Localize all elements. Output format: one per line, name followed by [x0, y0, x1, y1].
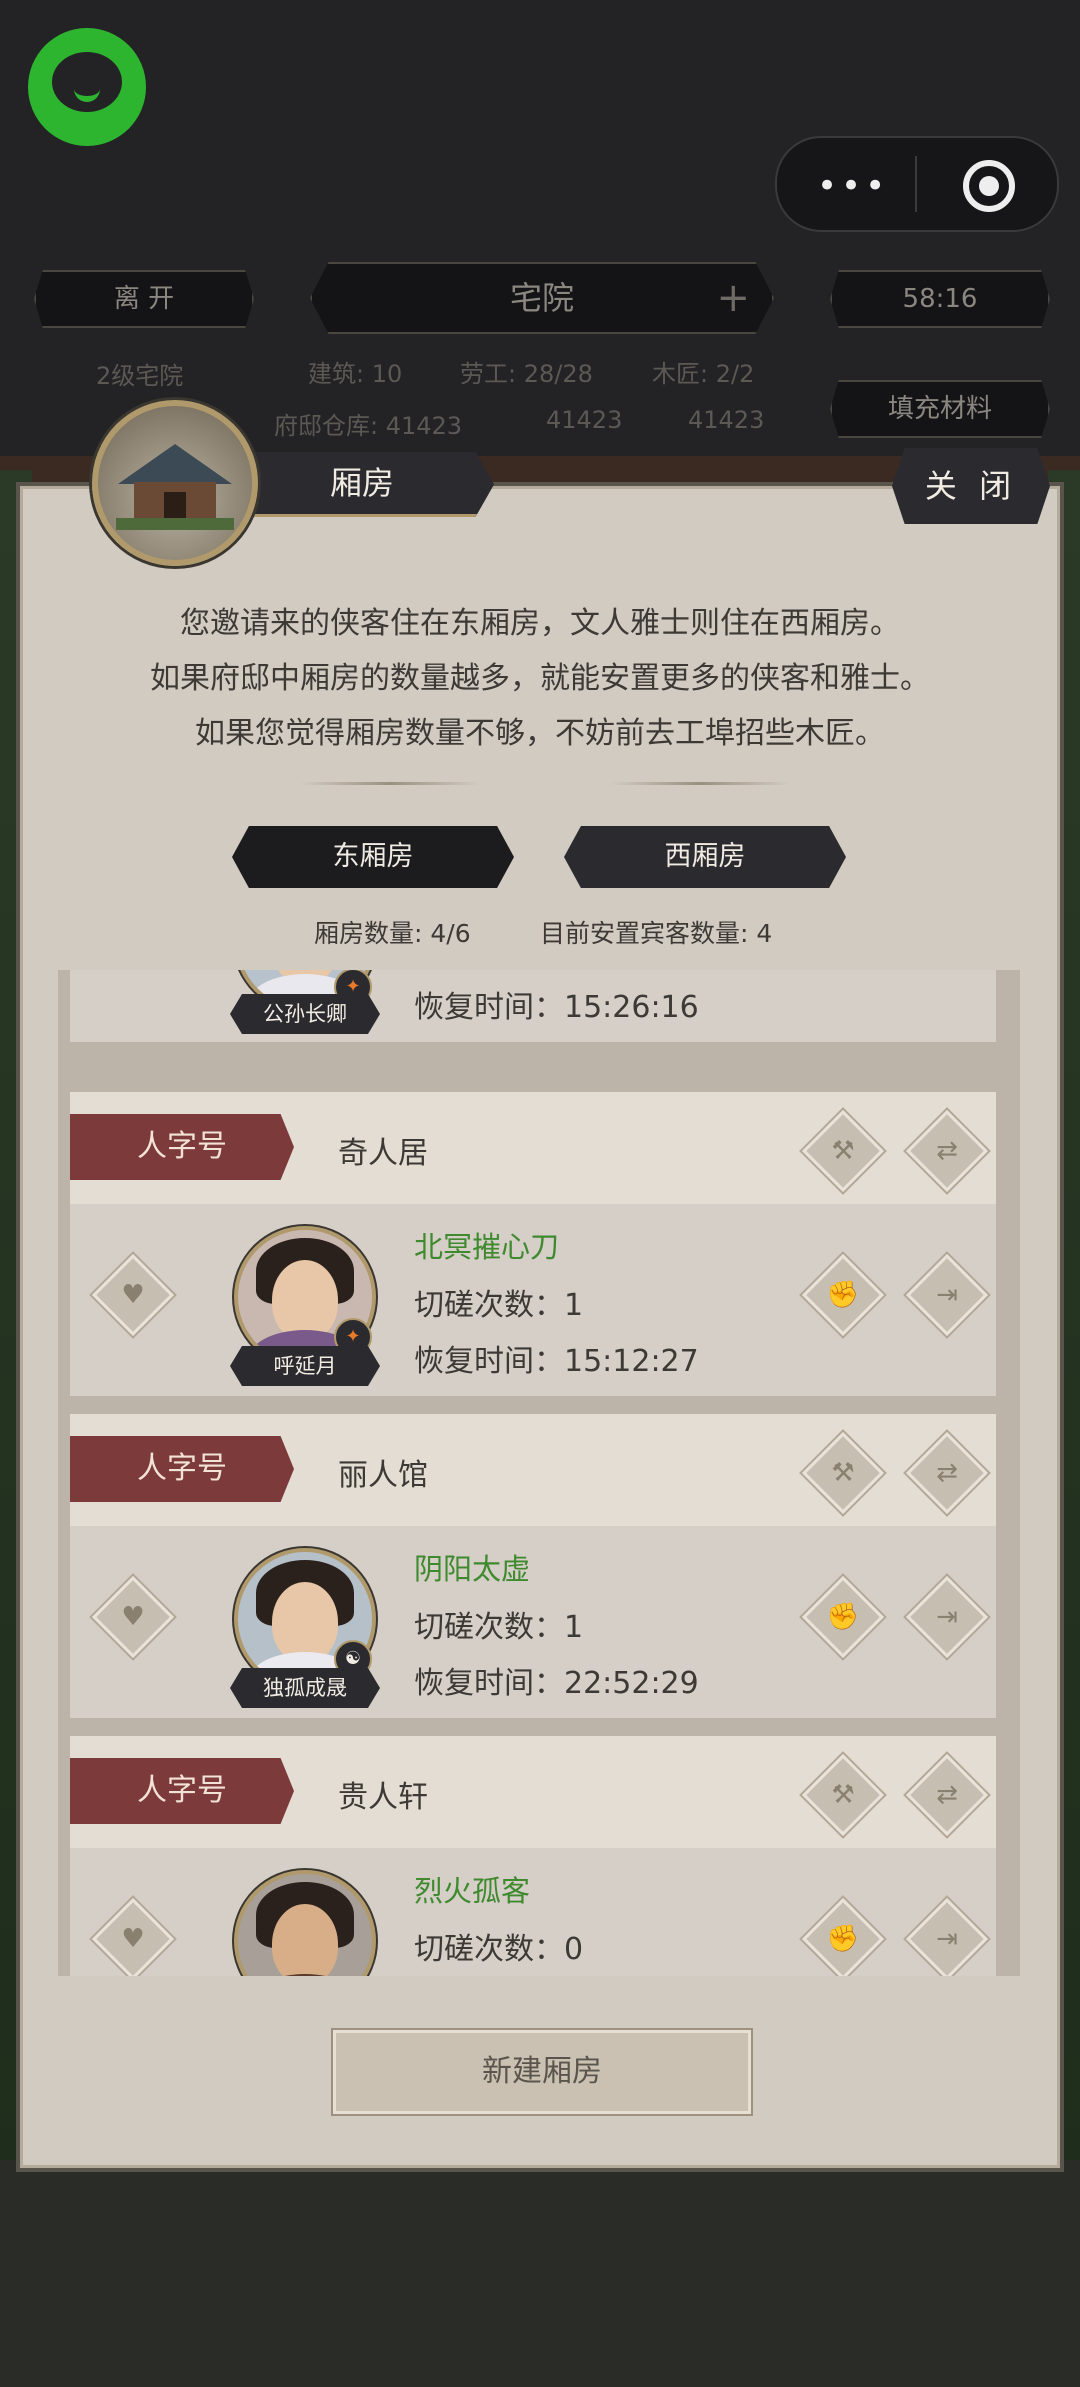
- tab-east-wing[interactable]: 东厢房: [232, 826, 514, 888]
- room-card: 人字号 丽人馆 ⚒ ⇄ ♥ ☯ 独孤成晟 阴阳太虚 切磋次数：1 恢复时间：22…: [70, 1414, 996, 1718]
- guest-portrait[interactable]: [234, 1870, 376, 1976]
- plus-icon[interactable]: +: [716, 264, 750, 332]
- location-title[interactable]: 宅院 +: [310, 262, 774, 334]
- martial-skill: 北冥摧心刀: [414, 1230, 560, 1264]
- heart-icon[interactable]: ♥: [91, 1897, 175, 1976]
- exit-icon[interactable]: ⇥: [905, 1897, 989, 1976]
- guest-count: 目前安置宾客数量: 4: [540, 919, 773, 948]
- fist-icon[interactable]: ✊: [801, 1575, 885, 1659]
- leave-button[interactable]: 离 开: [34, 270, 254, 328]
- level-label: 2级宅院: [96, 362, 184, 390]
- fist-icon[interactable]: ✊: [801, 1253, 885, 1337]
- exit-icon[interactable]: ⇥: [905, 1253, 989, 1337]
- house-icon: [92, 400, 258, 566]
- room-name: 贵人轩: [338, 1780, 428, 1815]
- tab-west-wing[interactable]: 西厢房: [564, 826, 846, 888]
- martial-skill: 烈火孤客: [414, 1874, 531, 1908]
- location-label: 宅院: [509, 279, 574, 317]
- intro-text: 您邀请来的侠客住在东厢房，文人雅士则住在西厢房。 如果府邸中厢房的数量越多，就能…: [60, 596, 1020, 761]
- building-count: 建筑: 10: [308, 360, 403, 388]
- panel-title: 厢房: [230, 452, 494, 517]
- close-button[interactable]: 关 闭: [892, 448, 1050, 524]
- heart-icon[interactable]: ♥: [91, 1575, 175, 1659]
- stock-wood: 41423: [546, 406, 623, 434]
- more-icon[interactable]: •••: [817, 166, 889, 206]
- warehouse-stock: 府邸仓库: 41423: [274, 412, 463, 440]
- divider-left: [300, 782, 480, 785]
- intro-line-1: 您邀请来的侠客住在东厢房，文人雅士则住在西厢房。: [180, 606, 900, 641]
- fill-materials-button[interactable]: 填充材料: [830, 380, 1050, 438]
- app-logo-icon: [28, 28, 146, 146]
- spar-count: 切磋次数：1: [414, 1288, 584, 1323]
- room-count: 厢房数量: 4/6: [314, 919, 471, 948]
- guest-name: 公孙长卿: [230, 994, 380, 1034]
- room-grade: 人字号: [70, 1436, 294, 1502]
- intro-line-3: 如果您觉得厢房数量不够，不妨前去工埠招些木匠。: [195, 716, 885, 751]
- new-room-button[interactable]: 新建厢房: [333, 2030, 751, 2114]
- exit-icon[interactable]: ⇥: [905, 1575, 989, 1659]
- guest-name: 独孤成晟: [230, 1668, 380, 1708]
- fist-icon[interactable]: ✊: [801, 1897, 885, 1976]
- room-grade: 人字号: [70, 1758, 294, 1824]
- recover-time: 恢复时间：15:12:27: [414, 1344, 699, 1379]
- mini-program-capsule: •••: [775, 136, 1059, 232]
- room-list[interactable]: ✊ ⇥ ♥ ✦ 公孙长卿 恢复时间：15:26:16 人字号 奇人居 ⚒ ⇄ ♥…: [58, 970, 1020, 1976]
- room-name: 奇人居: [338, 1136, 428, 1171]
- spar-count: 切磋次数：0: [414, 1932, 584, 1967]
- timer-display: 58:16: [830, 270, 1050, 328]
- recover-time: 恢复时间：15:26:16: [414, 990, 699, 1025]
- stock-stone: 41423: [688, 406, 765, 434]
- carpenter-count: 木匠: 2/2: [652, 360, 755, 388]
- divider-right: [610, 782, 790, 785]
- guest-name: 呼延月: [230, 1346, 380, 1386]
- labor-count: 劳工: 28/28: [460, 360, 593, 388]
- room-card: ✊ ⇥ ♥ ✦ 公孙长卿 恢复时间：15:26:16: [70, 970, 996, 1042]
- intro-line-2: 如果府邸中厢房的数量越多，就能安置更多的侠客和雅士。: [150, 661, 930, 696]
- room-name: 丽人馆: [338, 1458, 428, 1493]
- room-card: 人字号 贵人轩 ⚒ ⇄ ♥ 烈火孤客 切磋次数：0 ✊ ⇥: [70, 1736, 996, 1976]
- room-grade: 人字号: [70, 1114, 294, 1180]
- martial-skill: 阴阳太虚: [414, 1552, 531, 1586]
- room-card: 人字号 奇人居 ⚒ ⇄ ♥ ✦ 呼延月 北冥摧心刀 切磋次数：1 恢复时间：15…: [70, 1092, 996, 1396]
- background-ground: [0, 2160, 1080, 2387]
- close-target-icon[interactable]: [963, 160, 1015, 212]
- recover-time: 恢复时间：22:52:29: [414, 1666, 699, 1701]
- spar-count: 切磋次数：1: [414, 1610, 584, 1645]
- heart-icon[interactable]: ♥: [91, 1253, 175, 1337]
